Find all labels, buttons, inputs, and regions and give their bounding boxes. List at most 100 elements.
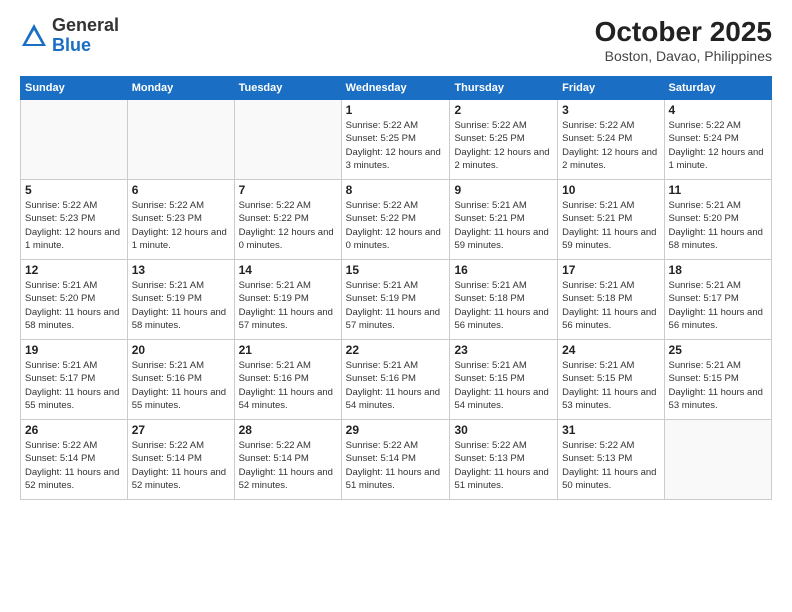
location: Boston, Davao, Philippines <box>595 48 772 64</box>
col-monday: Monday <box>127 77 234 100</box>
calendar-week-2: 5 Sunrise: 5:22 AM Sunset: 5:23 PM Daylig… <box>21 180 772 260</box>
header: General Blue October 2025 Boston, Davao,… <box>20 16 772 64</box>
col-saturday: Saturday <box>664 77 771 100</box>
day-info: Sunrise: 5:21 AM Sunset: 5:17 PM Dayligh… <box>25 359 123 412</box>
day-number: 26 <box>25 423 123 437</box>
col-wednesday: Wednesday <box>341 77 450 100</box>
calendar-cell: 7Sunrise: 5:22 AM Sunset: 5:22 PM Daylig… <box>234 180 341 260</box>
day-info: Sunrise: 5:21 AM Sunset: 5:21 PM Dayligh… <box>454 199 553 252</box>
calendar-cell: 26 Sunrise: 5:22 AM Sunset: 5:14 PM Dayli… <box>21 420 128 500</box>
day-number: 24 <box>562 343 659 357</box>
calendar-cell: 11 Sunrise: 5:21 AM Sunset: 5:20 PM Dayli… <box>664 180 771 260</box>
calendar-cell: 18 Sunrise: 5:21 AM Sunset: 5:17 PM Dayli… <box>664 260 771 340</box>
day-info: Sunrise: 5:21 AM Sunset: 5:17 PM Dayligh… <box>669 279 767 332</box>
day-number: 20 <box>132 343 230 357</box>
calendar-cell: 8 Sunrise: 5:22 AM Sunset: 5:22 PM Daylig… <box>341 180 450 260</box>
day-number: 21 <box>239 343 337 357</box>
day-number: 11 <box>669 183 767 197</box>
day-number: 28 <box>239 423 337 437</box>
day-number: 17 <box>562 263 659 277</box>
calendar-cell: 10Sunrise: 5:21 AM Sunset: 5:21 PM Dayli… <box>558 180 664 260</box>
day-number: 27 <box>132 423 230 437</box>
day-info: Sunrise: 5:22 AM Sunset: 5:25 PM Dayligh… <box>346 119 446 172</box>
day-number: 8 <box>346 183 446 197</box>
calendar-cell <box>234 100 341 180</box>
calendar-cell: 25 Sunrise: 5:21 AM Sunset: 5:15 PM Dayli… <box>664 340 771 420</box>
day-number: 9 <box>454 183 553 197</box>
calendar-cell: 20 Sunrise: 5:21 AM Sunset: 5:16 PM Dayli… <box>127 340 234 420</box>
day-info: Sunrise: 5:22 AM Sunset: 5:23 PM Dayligh… <box>132 199 230 252</box>
calendar-cell: 28 Sunrise: 5:22 AM Sunset: 5:14 PM Dayli… <box>234 420 341 500</box>
calendar-cell: 31Sunrise: 5:22 AM Sunset: 5:13 PM Dayli… <box>558 420 664 500</box>
calendar-week-1: 1 Sunrise: 5:22 AM Sunset: 5:25 PM Daylig… <box>21 100 772 180</box>
calendar-cell: 24 Sunrise: 5:21 AM Sunset: 5:15 PM Dayli… <box>558 340 664 420</box>
day-number: 1 <box>346 103 446 117</box>
day-info: Sunrise: 5:22 AM Sunset: 5:22 PM Dayligh… <box>346 199 446 252</box>
month-title: October 2025 <box>595 16 772 48</box>
day-info: Sunrise: 5:22 AM Sunset: 5:14 PM Dayligh… <box>132 439 230 492</box>
day-info: Sunrise: 5:21 AM Sunset: 5:19 PM Dayligh… <box>132 279 230 332</box>
day-number: 30 <box>454 423 553 437</box>
day-info: Sunrise: 5:21 AM Sunset: 5:18 PM Dayligh… <box>454 279 553 332</box>
day-number: 16 <box>454 263 553 277</box>
day-info: Sunrise: 5:21 AM Sunset: 5:20 PM Dayligh… <box>25 279 123 332</box>
day-info: Sunrise: 5:22 AM Sunset: 5:14 PM Dayligh… <box>25 439 123 492</box>
col-thursday: Thursday <box>450 77 558 100</box>
calendar-week-3: 12Sunrise: 5:21 AM Sunset: 5:20 PM Dayli… <box>21 260 772 340</box>
day-info: Sunrise: 5:22 AM Sunset: 5:22 PM Dayligh… <box>239 199 337 252</box>
day-info: Sunrise: 5:21 AM Sunset: 5:16 PM Dayligh… <box>132 359 230 412</box>
day-info: Sunrise: 5:21 AM Sunset: 5:15 PM Dayligh… <box>562 359 659 412</box>
day-number: 14 <box>239 263 337 277</box>
calendar-page: General Blue October 2025 Boston, Davao,… <box>0 0 792 612</box>
calendar-cell: 14 Sunrise: 5:21 AM Sunset: 5:19 PM Dayli… <box>234 260 341 340</box>
day-info: Sunrise: 5:21 AM Sunset: 5:19 PM Dayligh… <box>239 279 337 332</box>
day-number: 31 <box>562 423 659 437</box>
calendar-cell <box>664 420 771 500</box>
col-sunday: Sunday <box>21 77 128 100</box>
col-friday: Friday <box>558 77 664 100</box>
calendar-week-4: 19 Sunrise: 5:21 AM Sunset: 5:17 PM Dayli… <box>21 340 772 420</box>
day-info: Sunrise: 5:21 AM Sunset: 5:21 PM Dayligh… <box>562 199 659 252</box>
logo-icon <box>20 22 48 50</box>
calendar-cell: 27 Sunrise: 5:22 AM Sunset: 5:14 PM Dayli… <box>127 420 234 500</box>
day-number: 22 <box>346 343 446 357</box>
calendar-header-row: Sunday Monday Tuesday Wednesday Thursday… <box>21 77 772 100</box>
day-number: 2 <box>454 103 553 117</box>
day-info: Sunrise: 5:22 AM Sunset: 5:23 PM Dayligh… <box>25 199 123 252</box>
day-number: 4 <box>669 103 767 117</box>
day-info: Sunrise: 5:21 AM Sunset: 5:16 PM Dayligh… <box>239 359 337 412</box>
title-area: October 2025 Boston, Davao, Philippines <box>595 16 772 64</box>
day-number: 25 <box>669 343 767 357</box>
calendar-cell: 23Sunrise: 5:21 AM Sunset: 5:15 PM Dayli… <box>450 340 558 420</box>
day-info: Sunrise: 5:22 AM Sunset: 5:25 PM Dayligh… <box>454 119 553 172</box>
day-number: 15 <box>346 263 446 277</box>
calendar-cell: 19 Sunrise: 5:21 AM Sunset: 5:17 PM Dayli… <box>21 340 128 420</box>
day-number: 5 <box>25 183 123 197</box>
calendar-cell: 29 Sunrise: 5:22 AM Sunset: 5:14 PM Dayli… <box>341 420 450 500</box>
day-number: 19 <box>25 343 123 357</box>
calendar-cell: 2 Sunrise: 5:22 AM Sunset: 5:25 PM Daylig… <box>450 100 558 180</box>
calendar-cell: 1 Sunrise: 5:22 AM Sunset: 5:25 PM Daylig… <box>341 100 450 180</box>
calendar-cell: 22Sunrise: 5:21 AM Sunset: 5:16 PM Dayli… <box>341 340 450 420</box>
logo: General Blue <box>20 16 119 56</box>
day-number: 29 <box>346 423 446 437</box>
day-number: 3 <box>562 103 659 117</box>
day-info: Sunrise: 5:22 AM Sunset: 5:14 PM Dayligh… <box>239 439 337 492</box>
day-info: Sunrise: 5:21 AM Sunset: 5:15 PM Dayligh… <box>454 359 553 412</box>
calendar-cell: 13Sunrise: 5:21 AM Sunset: 5:19 PM Dayli… <box>127 260 234 340</box>
day-info: Sunrise: 5:21 AM Sunset: 5:20 PM Dayligh… <box>669 199 767 252</box>
logo-blue-text: Blue <box>52 36 119 56</box>
day-info: Sunrise: 5:21 AM Sunset: 5:19 PM Dayligh… <box>346 279 446 332</box>
calendar-cell: 30Sunrise: 5:22 AM Sunset: 5:13 PM Dayli… <box>450 420 558 500</box>
day-info: Sunrise: 5:22 AM Sunset: 5:14 PM Dayligh… <box>346 439 446 492</box>
calendar-cell: 9 Sunrise: 5:21 AM Sunset: 5:21 PM Daylig… <box>450 180 558 260</box>
calendar-cell <box>127 100 234 180</box>
day-number: 18 <box>669 263 767 277</box>
col-tuesday: Tuesday <box>234 77 341 100</box>
calendar-cell: 4 Sunrise: 5:22 AM Sunset: 5:24 PM Daylig… <box>664 100 771 180</box>
calendar-cell: 15 Sunrise: 5:21 AM Sunset: 5:19 PM Dayli… <box>341 260 450 340</box>
day-info: Sunrise: 5:22 AM Sunset: 5:24 PM Dayligh… <box>669 119 767 172</box>
day-info: Sunrise: 5:21 AM Sunset: 5:15 PM Dayligh… <box>669 359 767 412</box>
calendar-cell: 3 Sunrise: 5:22 AM Sunset: 5:24 PM Daylig… <box>558 100 664 180</box>
day-info: Sunrise: 5:22 AM Sunset: 5:24 PM Dayligh… <box>562 119 659 172</box>
